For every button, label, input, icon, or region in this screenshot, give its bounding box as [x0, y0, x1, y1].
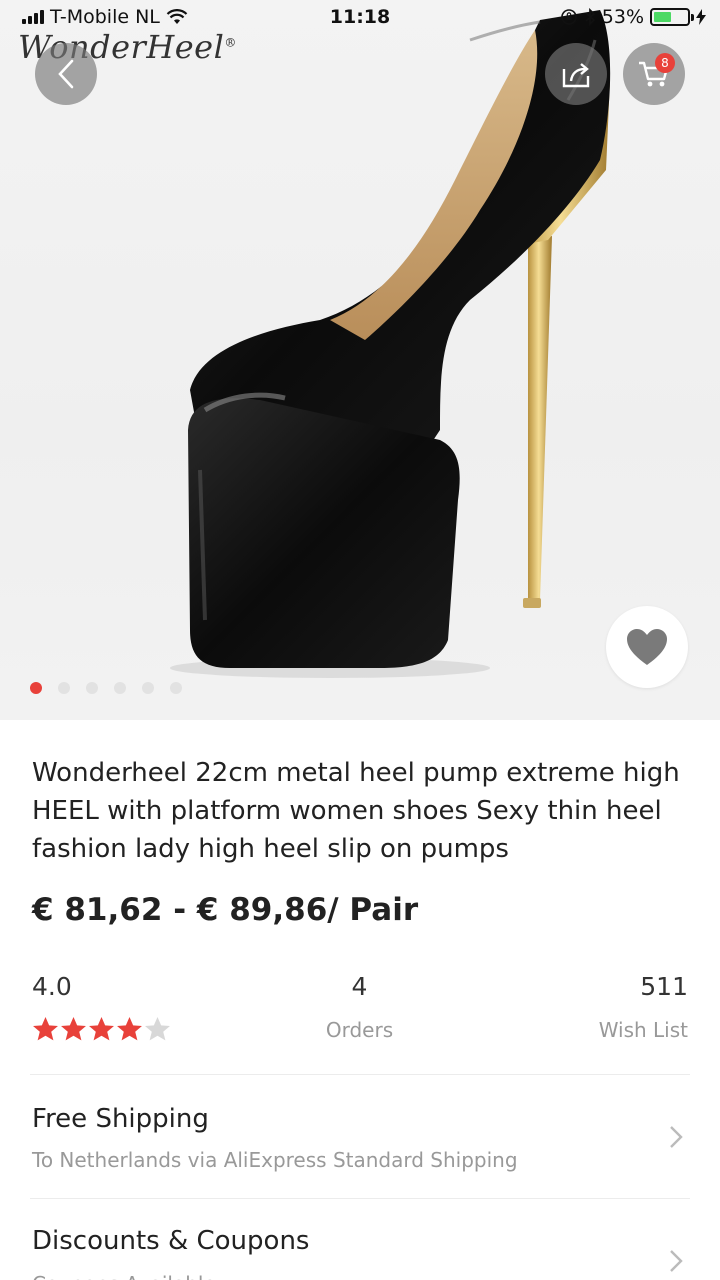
share-icon	[562, 63, 590, 88]
battery-icon	[650, 8, 694, 26]
gallery-dot[interactable]	[142, 682, 154, 694]
discounts-subtitle: Coupons Available	[32, 1272, 216, 1280]
wishlist-label: Wish List	[598, 1018, 688, 1042]
divider	[30, 1198, 690, 1199]
registered-mark: ®	[224, 35, 237, 50]
gallery-dot[interactable]	[86, 682, 98, 694]
cart-button[interactable]: 8	[623, 43, 685, 105]
battery-level	[654, 12, 671, 22]
battery-percent: 53%	[601, 6, 644, 28]
star-icon	[117, 1017, 142, 1041]
add-to-wishlist-button[interactable]	[606, 606, 688, 688]
gallery-dot[interactable]	[30, 682, 42, 694]
star-icon	[89, 1017, 114, 1041]
product-image	[170, 10, 611, 678]
gallery-dot[interactable]	[58, 682, 70, 694]
discounts-title: Discounts & Coupons	[32, 1226, 310, 1256]
heart-icon	[627, 629, 667, 665]
divider	[30, 1074, 690, 1075]
star-icon	[33, 1017, 58, 1041]
product-title: Wonderheel 22cm metal heel pump extreme …	[32, 758, 680, 864]
share-button[interactable]	[545, 43, 607, 105]
cart-count-badge: 8	[655, 53, 675, 73]
gallery-dot[interactable]	[170, 682, 182, 694]
discounts-row[interactable]: Discounts & Coupons Coupons Available	[0, 1200, 720, 1280]
shipping-row[interactable]: Free Shipping To Netherlands via AliExpr…	[0, 1076, 720, 1198]
wishlist-count: 511	[640, 972, 688, 1001]
product-stats: 4.0 4 Orders 511 Wish List	[32, 972, 688, 1052]
orientation-lock-icon	[560, 9, 577, 25]
rating-stars	[32, 1016, 171, 1042]
gallery-pagination[interactable]	[30, 682, 182, 694]
orders-label: Orders	[325, 1018, 394, 1042]
back-button[interactable]	[35, 43, 97, 105]
bluetooth-icon	[585, 8, 596, 26]
charging-icon	[696, 9, 706, 25]
chevron-right-icon	[670, 1250, 683, 1272]
shipping-title: Free Shipping	[32, 1104, 209, 1134]
rating-value: 4.0	[32, 972, 72, 1001]
chevron-left-icon	[58, 59, 74, 89]
product-image-gallery[interactable]: T-Mobile NL 11:18 53% WonderHeel® 8	[0, 0, 720, 720]
star-icon	[145, 1017, 170, 1041]
star-icon	[61, 1017, 86, 1041]
chevron-right-icon	[670, 1126, 683, 1148]
gallery-dot[interactable]	[114, 682, 126, 694]
product-price: € 81,62 - € 89,86/ Pair	[32, 892, 419, 928]
orders-count: 4	[351, 972, 368, 1001]
status-bar-right: 53%	[560, 6, 706, 28]
shipping-subtitle: To Netherlands via AliExpress Standard S…	[32, 1148, 518, 1172]
